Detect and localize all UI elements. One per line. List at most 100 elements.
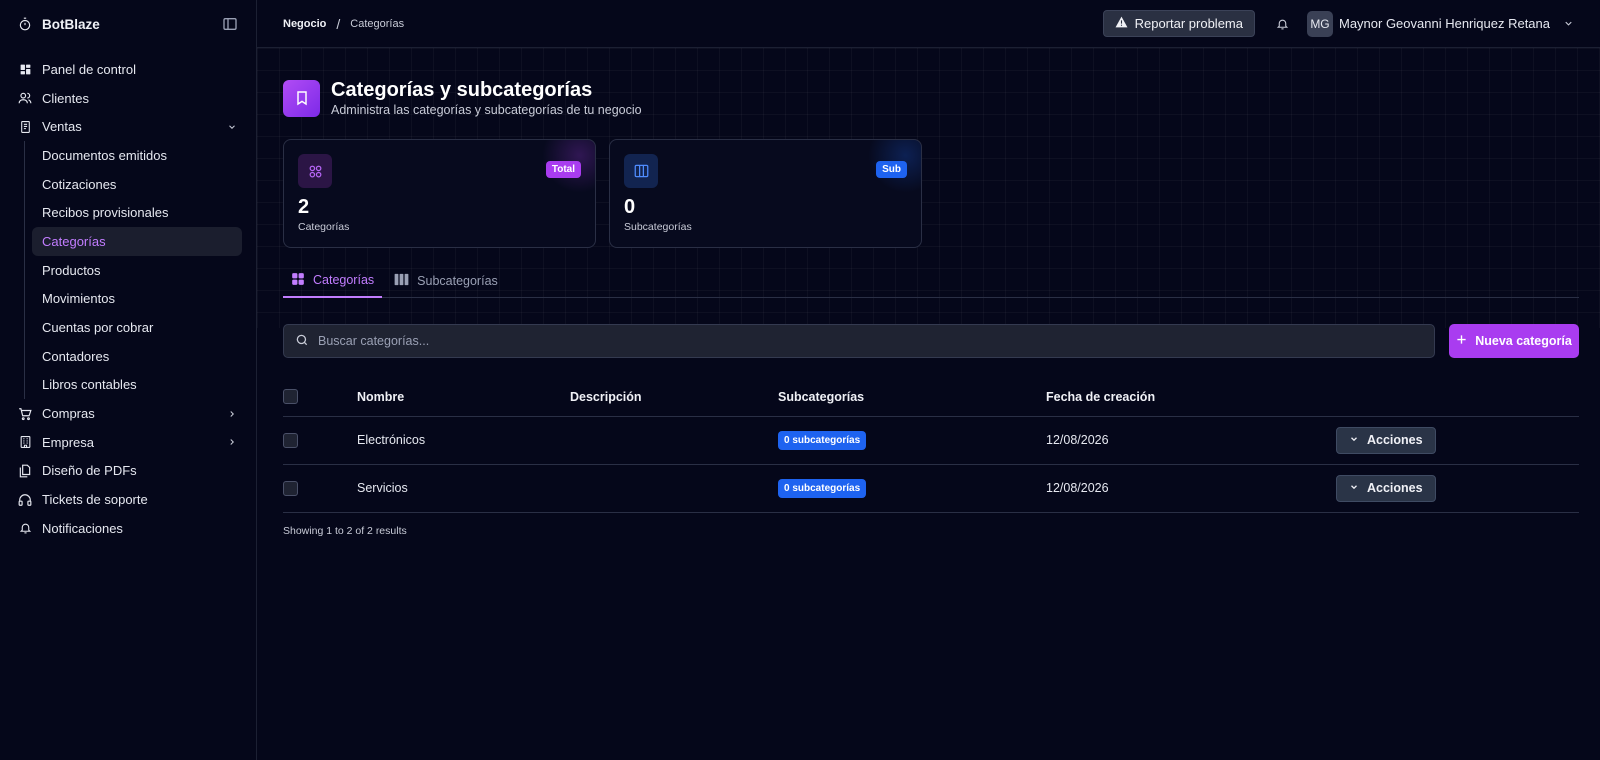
user-name[interactable]: Maynor Geovanni Henriquez Retana [1339, 16, 1550, 31]
avatar[interactable]: MG [1306, 10, 1333, 37]
chevron-down-icon [1349, 433, 1359, 447]
row-checkbox[interactable] [283, 480, 298, 496]
building-icon [18, 435, 32, 449]
columns-icon [394, 273, 409, 289]
stat-badge: Total [545, 161, 581, 178]
stat-value: 0 [624, 196, 636, 218]
cell-date: 12/08/2026 [1046, 416, 1336, 465]
sidebar-item-label: Compras [42, 406, 95, 422]
bookmark-icon [283, 79, 320, 117]
grid-icon [18, 62, 32, 76]
files-icon [18, 464, 32, 478]
report-problem-button[interactable]: Reportar problema [1102, 10, 1255, 37]
page-content: Categorías y subcategorías Administra la… [257, 79, 1600, 537]
chevron-down-icon[interactable] [1562, 18, 1574, 30]
breadcrumb-current: Categorías [350, 17, 405, 30]
actions-label: Acciones [1367, 433, 1423, 447]
sidebar-toggle-icon[interactable] [222, 16, 238, 32]
sidebar-item-ventas[interactable]: Ventas [0, 112, 256, 141]
page-subtitle: Administra las categorías y subcategoría… [331, 103, 642, 117]
ventas-submenu: Documentos emitidos Cotizaciones Recibos… [24, 141, 242, 400]
subcategory-count-badge: 0 subcategorías [778, 430, 867, 450]
notifications-bell-icon[interactable] [1269, 10, 1297, 38]
search-input[interactable] [318, 334, 1423, 348]
sidebar-item-empresa[interactable]: Empresa [0, 428, 256, 457]
sidebar-item-label: Diseño de PDFs [42, 463, 137, 479]
cell-description [570, 416, 778, 465]
select-all-checkbox[interactable] [283, 389, 298, 405]
chevron-down-icon [1349, 481, 1359, 495]
sidebar-subitem-recibos[interactable]: Recibos provisionales [32, 198, 242, 227]
pagination-summary: Showing 1 to 2 of 2 results [283, 524, 407, 537]
cell-description [570, 464, 778, 513]
search-box [283, 324, 1435, 358]
breadcrumb: Negocio / Categorías [283, 16, 1103, 32]
search-icon [295, 333, 309, 350]
tabs: Categorías Subcategorías [283, 264, 1579, 298]
new-category-label: Nueva categoría [1475, 334, 1572, 348]
sidebar-subitem-productos[interactable]: Productos [32, 256, 242, 285]
sidebar-item-pdfs[interactable]: Diseño de PDFs [0, 457, 256, 486]
tab-subcategorias[interactable]: Subcategorías [386, 264, 506, 298]
grid-icon [291, 272, 305, 289]
sidebar-subitem-movimientos[interactable]: Movimientos [32, 285, 242, 314]
sidebar-subitem-contadores[interactable]: Contadores [32, 342, 242, 371]
receipt-icon [18, 120, 32, 134]
table-header-row: Nombre Descripción Subcategorías Fecha d… [283, 378, 1579, 417]
warning-icon [1115, 16, 1128, 31]
headset-icon [18, 493, 32, 507]
subcategory-count-badge: 0 subcategorías [778, 478, 867, 498]
breadcrumb-negocio[interactable]: Negocio [283, 18, 326, 30]
report-label: Reportar problema [1134, 16, 1243, 31]
bell-icon [18, 521, 32, 535]
page-header: Categorías y subcategorías Administra la… [283, 79, 1579, 117]
sidebar-subitem-categorias[interactable]: Categorías [32, 227, 242, 256]
topbar: Negocio / Categorías Reportar problema M… [257, 0, 1600, 48]
stat-label: Categorías [298, 221, 350, 233]
stats-row: Total 2 Categorías Sub 0 Subcategorías [283, 139, 1579, 248]
actions-button[interactable]: Acciones [1336, 474, 1436, 502]
breadcrumb-separator: / [336, 15, 341, 32]
categories-table: Nombre Descripción Subcategorías Fecha d… [283, 378, 1579, 513]
row-checkbox[interactable] [283, 432, 298, 448]
sidebar-subitem-cuentas[interactable]: Cuentas por cobrar [32, 313, 242, 342]
sidebar-subitem-cotizaciones[interactable]: Cotizaciones [32, 170, 242, 199]
stat-card-categorias: Total 2 Categorías [283, 139, 596, 248]
new-category-button[interactable]: Nueva categoría [1449, 324, 1579, 358]
cart-icon [18, 407, 32, 421]
stat-card-subcategorias: Sub 0 Subcategorías [609, 139, 922, 248]
sidebar: BotBlaze Panel de control Clientes Venta… [0, 0, 257, 760]
header-descripcion[interactable]: Descripción [570, 378, 778, 417]
columns-icon [624, 154, 658, 188]
tab-label: Categorías [313, 273, 375, 287]
cell-date: 12/08/2026 [1046, 464, 1336, 513]
sidebar-item-label: Ventas [42, 119, 82, 135]
header-fecha[interactable]: Fecha de creación [1046, 378, 1336, 417]
chevron-down-icon [226, 121, 238, 133]
stat-badge: Sub [876, 161, 907, 178]
stat-value: 2 [298, 196, 310, 218]
actions-label: Acciones [1367, 481, 1423, 495]
sidebar-item-label: Notificaciones [42, 520, 123, 536]
actions-button[interactable]: Acciones [1336, 426, 1436, 454]
sidebar-item-clientes[interactable]: Clientes [0, 84, 256, 113]
plus-icon [1456, 334, 1467, 348]
header-nombre[interactable]: Nombre [357, 378, 570, 417]
main-area: Negocio / Categorías Reportar problema M… [257, 0, 1600, 760]
brand-name: BotBlaze [42, 16, 100, 32]
sidebar-item-label: Tickets de soporte [42, 492, 148, 508]
chevron-right-icon [226, 408, 238, 420]
sidebar-item-tickets[interactable]: Tickets de soporte [0, 485, 256, 514]
tab-label: Subcategorías [417, 274, 498, 288]
table-row: Electrónicos 0 subcategorías 12/08/2026 … [283, 416, 1579, 465]
sidebar-item-notificaciones[interactable]: Notificaciones [0, 514, 256, 543]
brand: BotBlaze [0, 0, 256, 48]
sidebar-item-compras[interactable]: Compras [0, 399, 256, 428]
sidebar-subitem-libros[interactable]: Libros contables [32, 371, 242, 400]
tab-categorias[interactable]: Categorías [283, 264, 383, 298]
sidebar-item-panel[interactable]: Panel de control [0, 55, 256, 84]
page-title: Categorías y subcategorías [331, 79, 593, 101]
toolbar: Nueva categoría [283, 324, 1579, 358]
header-subcategorias[interactable]: Subcategorías [778, 378, 1046, 417]
sidebar-subitem-documentos[interactable]: Documentos emitidos [32, 141, 242, 170]
